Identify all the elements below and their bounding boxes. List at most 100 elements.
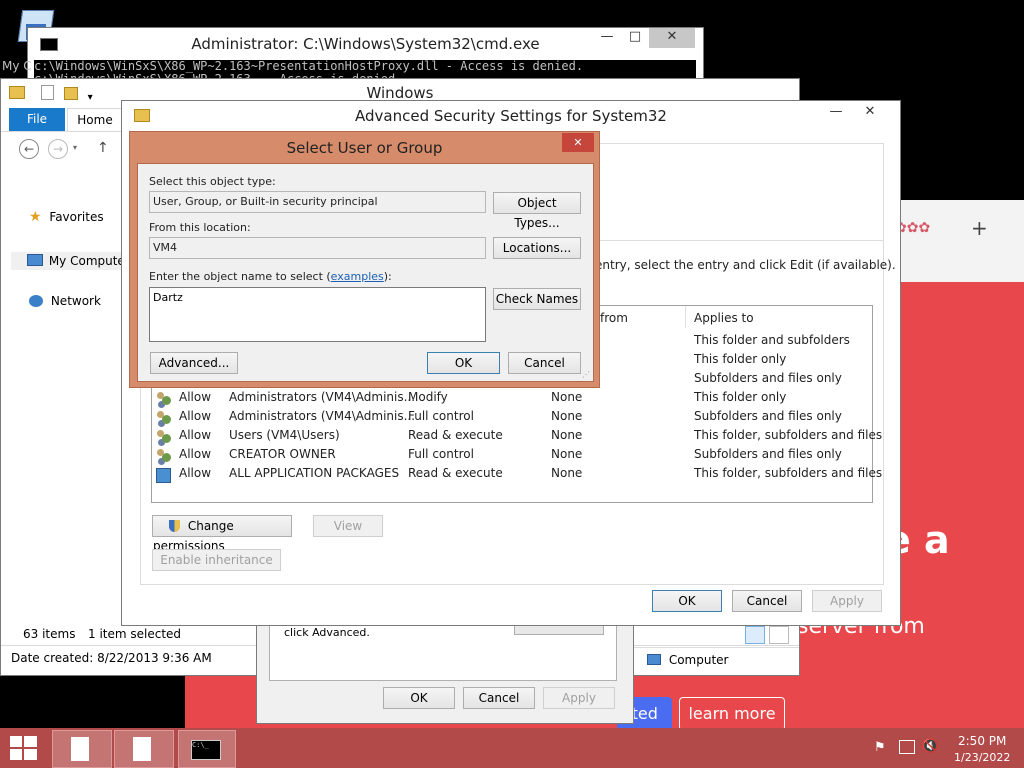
users-icon — [156, 449, 172, 463]
cmd-close-button[interactable]: ✕ — [649, 28, 695, 48]
tray-date[interactable]: 1/23/2022 — [954, 751, 1010, 764]
object-type-label: Select this object type: — [149, 175, 276, 188]
row-principal: Administrators (VM4\Adminis... — [229, 409, 416, 423]
row-access: Read & execute — [408, 428, 503, 442]
file-icon — [133, 737, 151, 761]
security-close-button[interactable]: ✕ — [850, 103, 890, 123]
advanced-button[interactable]: Advanced... — [150, 352, 238, 374]
nav-favorites-label: Favorites — [49, 210, 104, 224]
users-icon — [156, 392, 172, 406]
change-permissions-label: Change permissions — [153, 519, 234, 553]
object-type-field: User, Group, or Built-in security princi… — [149, 191, 486, 213]
nav-network-label: Network — [50, 294, 101, 308]
enable-inheritance-button[interactable]: Enable inheritance — [152, 549, 281, 571]
select-dialog-body: Select this object type: User, Group, or… — [137, 163, 594, 382]
date-created: Date created: 8/22/2013 9:36 AM — [11, 651, 212, 665]
security-ok-button[interactable]: OK — [652, 590, 722, 612]
table-row[interactable]: Allow Administrators (VM4\Adminis... Mod… — [152, 390, 872, 409]
select-dialog-close-button[interactable]: ✕ — [562, 133, 594, 152]
col-separator — [685, 306, 686, 328]
select-cancel-button[interactable]: Cancel — [508, 352, 581, 374]
ribbon-tab-home[interactable]: Home — [67, 108, 123, 132]
taskbar: C:\_ ⚑ 🔇 2:50 PM 1/23/2022 — [0, 728, 1024, 768]
nav-network[interactable]: Network — [29, 294, 101, 308]
row-applies: Subfolders and files only — [694, 447, 842, 461]
col-header-applies[interactable]: Applies to — [694, 311, 754, 325]
view-button[interactable]: View — [313, 515, 383, 537]
taskbar-cmd[interactable]: C:\_ — [178, 730, 236, 768]
network-icon — [29, 295, 43, 307]
row-applies: This folder, subfolders and files — [694, 428, 883, 442]
col-header-from[interactable]: from — [600, 311, 628, 325]
row-principal: Administrators (VM4\Adminis... — [229, 390, 416, 404]
row-inherited: None — [551, 390, 583, 404]
tray-time[interactable]: 2:50 PM — [958, 734, 1006, 748]
object-name-label-prefix: Enter the object name to select ( — [149, 270, 331, 283]
row-inherited: None — [551, 409, 583, 423]
security-cancel-button[interactable]: Cancel — [732, 590, 802, 612]
row-inherited: None — [551, 428, 583, 442]
row-type: Allow — [179, 409, 212, 423]
back-button[interactable]: ← — [19, 139, 39, 159]
new-tab-button[interactable]: + — [971, 216, 988, 240]
security-apply-button[interactable]: Apply — [812, 590, 882, 612]
location-label: From this location: — [149, 221, 251, 234]
status-selection: 1 item selected — [88, 627, 182, 641]
row-principal: Users (VM4\Users) — [229, 428, 340, 442]
object-name-input[interactable]: Dartz — [149, 287, 486, 342]
row-top-1-applies[interactable]: This folder and subfolders — [694, 333, 850, 347]
start-button[interactable] — [10, 736, 38, 760]
taskbar-properties[interactable] — [114, 730, 174, 768]
props-apply-button[interactable]: Apply — [543, 687, 615, 709]
view-details-icon[interactable] — [745, 626, 765, 644]
select-user-dialog: Select User or Group ✕ Select this objec… — [129, 131, 600, 388]
change-permissions-button[interactable]: Change permissions — [152, 515, 292, 553]
row-access: Full control — [408, 447, 474, 461]
ribbon-tab-file[interactable]: File — [9, 108, 65, 131]
up-button[interactable]: ↑ — [97, 140, 109, 156]
taskbar-explorer[interactable] — [52, 730, 112, 768]
computer-location[interactable]: Computer — [633, 647, 799, 674]
row-applies: This folder only — [694, 390, 787, 404]
row-access: Read & execute — [408, 466, 503, 480]
learn-more-button[interactable]: learn more — [679, 697, 785, 731]
computer-icon — [27, 254, 43, 266]
tray-volume-muted-icon[interactable]: 🔇 — [922, 739, 938, 754]
examples-link[interactable]: examples — [331, 270, 384, 283]
table-row[interactable]: Allow Administrators (VM4\Adminis... Ful… — [152, 409, 872, 428]
tray-flag-icon[interactable]: ⚑ — [874, 740, 886, 755]
object-name-label-suffix: ): — [383, 270, 392, 283]
nav-favorites[interactable]: ★ Favorites — [29, 209, 104, 225]
security-minimize-button[interactable]: — — [822, 103, 850, 123]
row-inherited: None — [551, 447, 583, 461]
locations-button[interactable]: Locations... — [493, 237, 581, 259]
nav-my-computer[interactable]: My Computer — [11, 252, 131, 270]
row-principal: CREATOR OWNER — [229, 447, 336, 461]
tray-network-icon[interactable] — [899, 740, 915, 754]
row-type: Allow — [179, 447, 212, 461]
table-row[interactable]: Allow CREATOR OWNER Full control None Su… — [152, 447, 872, 466]
table-row[interactable]: Allow Users (VM4\Users) Read & execute N… — [152, 428, 882, 447]
nav-my-computer-label: My Computer — [48, 254, 130, 268]
view-tiles-icon[interactable] — [769, 626, 789, 644]
table-row[interactable]: Allow ALL APPLICATION PACKAGES Read & ex… — [152, 466, 882, 485]
computer-small-icon — [647, 654, 661, 665]
cmd-maximize-button[interactable]: □ — [621, 28, 649, 48]
cmd-minimize-button[interactable]: — — [593, 28, 621, 48]
recent-locations-icon[interactable]: ▾ — [73, 143, 77, 152]
row-top-2-applies[interactable]: This folder only — [694, 352, 786, 366]
row-principal: ALL APPLICATION PACKAGES — [229, 466, 400, 480]
resize-grip-icon[interactable]: ⋰ — [582, 370, 590, 379]
row-type: Allow — [179, 466, 212, 480]
row-top-3-applies[interactable]: Subfolders and files only — [694, 371, 842, 385]
props-ok-button[interactable]: OK — [383, 687, 455, 709]
select-ok-button[interactable]: OK — [427, 352, 500, 374]
file-icon — [71, 737, 89, 761]
check-names-button[interactable]: Check Names — [493, 288, 581, 310]
users-icon — [156, 411, 172, 425]
object-types-button[interactable]: Object Types... — [493, 192, 581, 230]
forward-button[interactable]: → — [48, 139, 68, 159]
props-cancel-button[interactable]: Cancel — [463, 687, 535, 709]
cmd-prompt-label: My C — [2, 59, 32, 73]
star-icon: ★ — [29, 209, 42, 225]
